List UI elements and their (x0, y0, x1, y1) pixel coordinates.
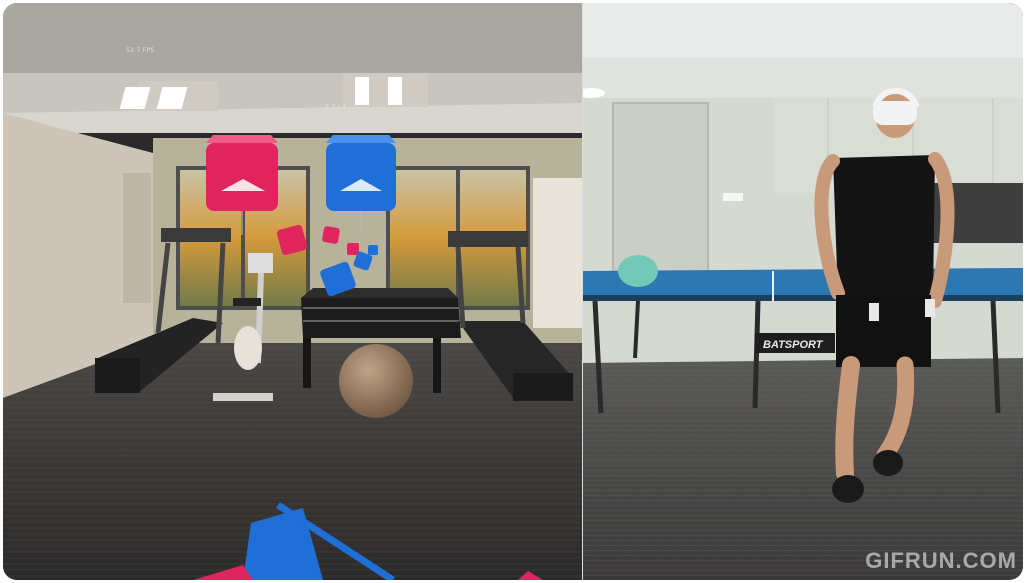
vr-headset (873, 101, 917, 125)
shoe (832, 475, 864, 503)
side-by-side-frame: 52.7 FPS 3.3 / 4 BATSPORT GIFRUN.COM (3, 3, 1023, 580)
ceiling (583, 3, 1023, 58)
flying-cube (322, 226, 340, 244)
controller (925, 299, 935, 317)
exercise-ball (339, 344, 413, 418)
glass-door (612, 102, 709, 284)
ceiling-light (343, 73, 428, 107)
hud-counter: 3.3 / 4 (325, 104, 347, 111)
shoe (873, 450, 903, 476)
player-scene: BATSPORT (583, 3, 1023, 580)
real-world-view: BATSPORT (583, 3, 1023, 580)
flying-cube (368, 245, 378, 255)
table-brand-label: BATSPORT (763, 339, 824, 351)
watermark: GIFRUN.COM (865, 548, 1017, 573)
vr-headset-view: 52.7 FPS 3.3 / 4 (3, 3, 583, 580)
controller (869, 303, 879, 321)
teal-bag (618, 255, 658, 287)
flying-cube (347, 243, 359, 255)
ceiling-beam (3, 3, 583, 73)
blue-target-cube (326, 135, 396, 211)
black-shirt (833, 155, 935, 299)
red-target-cube (206, 135, 278, 211)
fps-readout: 52.7 FPS (126, 47, 155, 54)
gym-scene (3, 3, 583, 580)
